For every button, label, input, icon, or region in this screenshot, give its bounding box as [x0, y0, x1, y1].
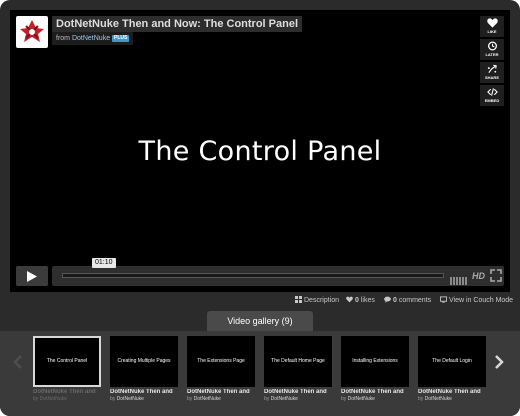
gallery-thumb-1[interactable]: The Control Panel DotNetNuke Then and by…: [33, 336, 101, 403]
thumb-byline: by DotNetNuke: [418, 396, 486, 403]
embed-button[interactable]: EMBED: [480, 85, 504, 106]
channel-logo[interactable]: [16, 16, 48, 48]
thumb-byline: by DotNetNuke: [110, 396, 178, 403]
couch-mode-label: View in Couch Mode: [449, 297, 514, 304]
tv-icon: [440, 296, 447, 303]
watch-later-button[interactable]: LATER: [480, 39, 504, 60]
thumb-by-prefix: by: [33, 396, 39, 402]
share-button[interactable]: SHARE: [480, 62, 504, 83]
thumb-title: DotNetNuke Then and: [33, 389, 96, 395]
likes-link[interactable]: 0 likes: [346, 296, 375, 305]
volume-bar: [459, 277, 461, 285]
video-gallery: The Control Panel DotNetNuke Then and by…: [0, 331, 520, 416]
speech-bubble-icon: [384, 296, 391, 303]
gallery-thumb-6[interactable]: The Default Login DotNetNuke Then and by…: [418, 336, 486, 403]
couch-mode-link[interactable]: View in Couch Mode: [440, 296, 513, 305]
hd-toggle[interactable]: HD: [472, 269, 485, 283]
thumb-title: DotNetNuke Then and: [341, 389, 404, 395]
volume-bar: [453, 277, 455, 285]
thumb-title: DotNetNuke Then and: [264, 389, 327, 395]
video-title[interactable]: DotNetNuke Then and Now: The Control Pan…: [52, 16, 303, 32]
thumb-title: DotNetNuke Then and: [187, 389, 250, 395]
thumb-by-prefix: by: [418, 396, 424, 402]
thumb-byline: by DotNetNuke: [33, 396, 101, 403]
volume-control[interactable]: [450, 272, 470, 285]
likes-count: 0: [355, 297, 359, 304]
fullscreen-icon[interactable]: [490, 269, 502, 282]
heart-icon: [346, 296, 353, 303]
thumb-image: The Default Home Page: [264, 336, 332, 387]
thumb-title: DotNetNuke Then and: [110, 389, 173, 395]
player-controls: 01:10 HD: [16, 258, 504, 286]
like-label: LIKE: [487, 29, 497, 34]
gallery-thumb-5[interactable]: Installing Extensions DotNetNuke Then an…: [341, 336, 409, 403]
video-gallery-tab[interactable]: Video gallery (9): [207, 311, 313, 331]
video-meta-row: Description 0 likes 0 comments View in C…: [0, 292, 520, 310]
comments-link[interactable]: 0 comments: [384, 296, 431, 305]
comments-count: 0: [393, 297, 397, 304]
volume-bar: [462, 277, 464, 285]
volume-bar: [450, 277, 452, 285]
video-embed-frame: DotNetNuke Then and Now: The Control Pan…: [0, 0, 520, 416]
video-player[interactable]: DotNetNuke Then and Now: The Control Pan…: [10, 10, 510, 292]
plus-badge: PLUS: [112, 35, 130, 42]
thumb-author: DotNetNuke: [193, 396, 221, 402]
thumb-author: DotNetNuke: [347, 396, 375, 402]
gallery-thumb-3[interactable]: The Extensions Page DotNetNuke Then and …: [187, 336, 255, 403]
volume-bar: [456, 277, 458, 285]
code-icon: [486, 88, 498, 96]
chevron-left-icon[interactable]: [12, 355, 24, 369]
dotnetnuke-logo-icon: [20, 20, 44, 42]
gallery-thumb-2[interactable]: Creating Multiple Pages DotNetNuke Then …: [110, 336, 178, 403]
thumb-author: DotNetNuke: [116, 396, 144, 402]
thumb-image: The Extensions Page: [187, 336, 255, 387]
control-bar: 01:10 HD: [52, 258, 504, 286]
share-label: SHARE: [484, 75, 499, 80]
clock-icon: [487, 41, 497, 51]
progress-track[interactable]: [62, 273, 444, 278]
chevron-right-icon[interactable]: [493, 355, 505, 369]
thumb-image: The Control Panel: [33, 336, 101, 387]
play-button[interactable]: [16, 266, 48, 286]
later-label: LATER: [485, 52, 499, 57]
comments-label: comments: [398, 297, 432, 304]
thumb-by-prefix: by: [187, 396, 193, 402]
hover-timecode: 01:10: [92, 258, 116, 268]
video-frame-caption: The Control Panel: [138, 136, 382, 167]
volume-bar: [465, 277, 467, 285]
thumb-author: DotNetNuke: [270, 396, 298, 402]
likes-label: likes: [360, 297, 375, 304]
share-icon: [487, 64, 497, 73]
thumb-by-prefix: by: [264, 396, 270, 402]
video-byline: from DotNetNuke PLUS: [52, 32, 134, 45]
thumb-byline: by DotNetNuke: [264, 396, 332, 403]
heart-icon: [486, 18, 498, 28]
thumb-image: Installing Extensions: [341, 336, 409, 387]
thumb-byline: by DotNetNuke: [341, 396, 409, 403]
thumb-byline: by DotNetNuke: [187, 396, 255, 403]
byline-prefix: from: [56, 35, 70, 42]
thumb-author: DotNetNuke: [39, 396, 67, 402]
thumb-author: DotNetNuke: [424, 396, 452, 402]
grid-icon: [295, 296, 302, 303]
thumb-by-prefix: by: [110, 396, 116, 402]
side-action-buttons: LIKE LATER SHARE EMBED: [480, 16, 504, 108]
gallery-thumb-4[interactable]: The Default Home Page DotNetNuke Then an…: [264, 336, 332, 403]
byline-author-link[interactable]: DotNetNuke: [72, 35, 110, 42]
thumb-by-prefix: by: [341, 396, 347, 402]
thumb-image: Creating Multiple Pages: [110, 336, 178, 387]
thumb-title: DotNetNuke Then and: [418, 389, 481, 395]
like-button[interactable]: LIKE: [480, 16, 504, 37]
play-icon: [27, 271, 37, 282]
description-link[interactable]: Description: [295, 296, 339, 305]
thumb-image: The Default Login: [418, 336, 486, 387]
embed-label: EMBED: [484, 98, 500, 103]
description-label: Description: [304, 297, 340, 304]
